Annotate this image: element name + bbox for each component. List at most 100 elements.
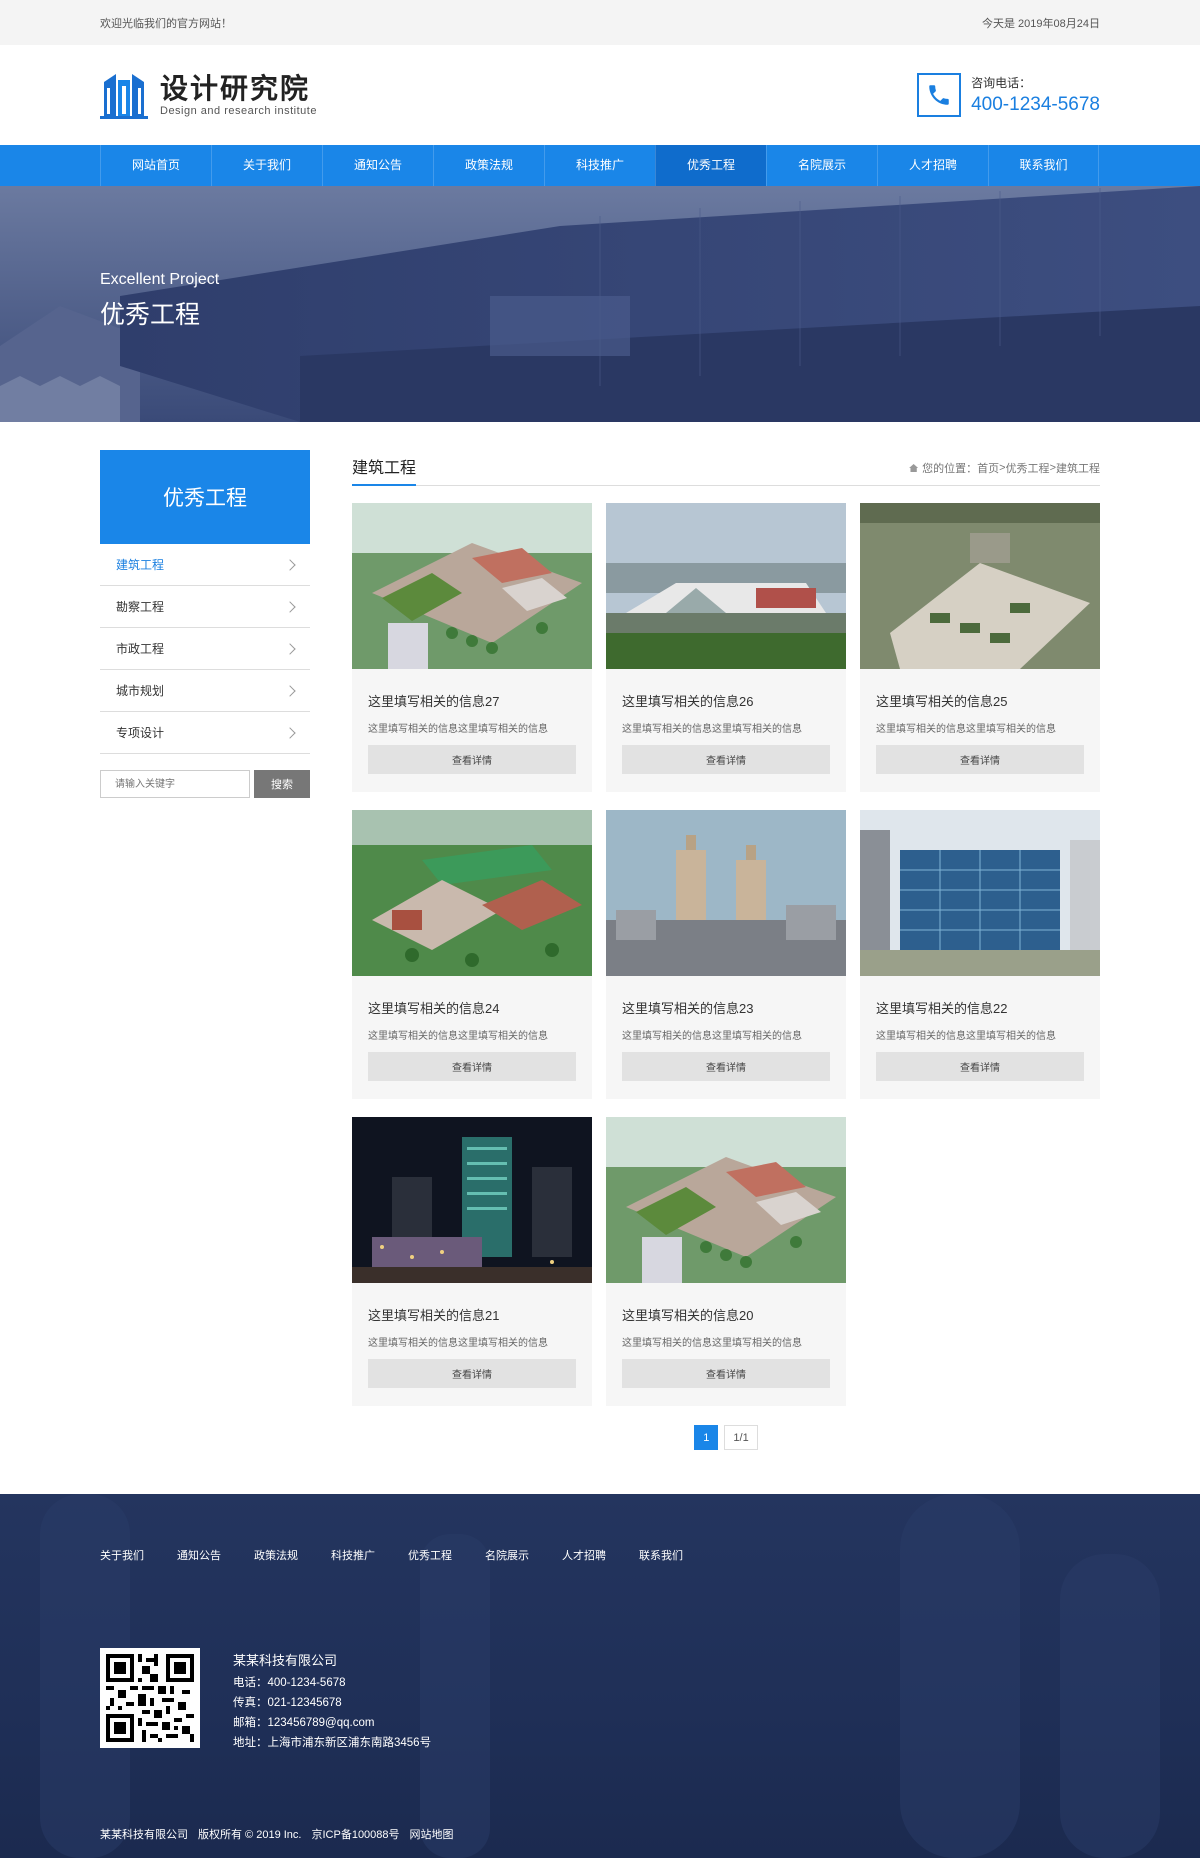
project-description: 这里填写相关的信息这里填写相关的信息 [368,724,548,735]
footer-nav: 关于我们 通知公告 政策法规 科技推广 优秀工程 名院展示 人才招聘 联系我们 [100,1494,1100,1563]
project-card[interactable]: 这里填写相关的信息23 这里填写相关的信息这里填写相关的信息查看详情 [606,810,846,1099]
view-details-button[interactable]: 查看详情 [368,745,576,774]
breadcrumb: 您的位置： 首页 > 优秀工程 > 建筑工程 [909,460,1100,485]
nav-item[interactable]: 网站首页 [100,145,211,186]
breadcrumb-prefix: 您的位置： [922,463,978,475]
project-card[interactable]: 这里填写相关的信息24 这里填写相关的信息这里填写相关的信息查看详情 [352,810,592,1099]
nav-item[interactable]: 关于我们 [211,145,322,186]
top-bar: 欢迎光临我们的官方网站！ 今天是 2019年08月24日 [0,0,1200,45]
project-image[interactable] [352,810,592,976]
view-details-button[interactable]: 查看详情 [876,1052,1084,1081]
copyright-text: 某某科技有限公司 [100,1829,188,1841]
chevron-right-icon [284,642,296,655]
view-details-button[interactable]: 查看详情 [876,745,1084,774]
qr-code [100,1648,200,1748]
banner-subtitle: Excellent Project [100,271,220,288]
view-details-button[interactable]: 查看详情 [368,1359,576,1388]
sidebar-list: 建筑工程勘察工程市政工程 城市规划专项设计 [100,544,310,754]
copyright-text: 京ICP备100088号 [311,1829,400,1841]
search-input[interactable] [100,770,250,798]
footer-nav-item[interactable]: 人才招聘 [562,1547,606,1563]
footer-nav-item[interactable]: 科技推广 [331,1547,375,1563]
project-description: 这里填写相关的信息这里填写相关的信息 [368,1031,548,1042]
nav-item[interactable]: 联系我们 [988,145,1099,186]
project-card[interactable]: 这里填写相关的信息21 这里填写相关的信息这里填写相关的信息 查看详情 [352,1117,592,1406]
sitemap-link[interactable]: 网站地图 [410,1826,454,1842]
project-title[interactable]: 这里填写相关的信息25 [876,691,1100,710]
project-title[interactable]: 这里填写相关的信息20 [622,1305,846,1324]
project-description: 这里填写相关的信息这里填写相关的信息 [876,724,1056,735]
sidebar-item-label: 专项设计 [116,726,165,740]
phone-icon [929,85,949,105]
phone-number[interactable]: 400-1234-5678 [971,94,1100,116]
project-title[interactable]: 这里填写相关的信息27 [368,691,592,710]
page-current[interactable]: 1 [694,1425,719,1450]
project-title[interactable]: 这里填写相关的信息24 [368,998,592,1017]
sidebar: 优秀工程 建筑工程勘察工程市政工程城市规划专项设计 搜索 [100,450,310,1505]
footer-address: 地址：上海市浦东新区浦东南路3456号 [233,1737,432,1749]
sidebar-item[interactable]: 城市规划 [100,670,310,712]
footer-fax: 传真：021-12345678 [233,1697,342,1709]
sidebar-item[interactable]: 建筑工程 [100,544,310,586]
pagination: 1 1/1 [352,1425,1100,1450]
building-logo-icon [100,74,148,119]
site-footer: 关于我们 通知公告 政策法规 科技推广 优秀工程 名院展示 人才招聘 联系我们 [0,1494,1200,1858]
nav-item[interactable]: 科技推广 [544,145,655,186]
project-image[interactable] [606,1117,846,1283]
view-details-button[interactable]: 查看详情 [622,1052,830,1081]
project-description: 这里填写相关的信息这里填写相关的信息 [622,1338,802,1349]
project-image[interactable] [352,1117,592,1283]
project-title[interactable]: 这里填写相关的信息21 [368,1305,592,1324]
nav-item[interactable]: 名院展示 [766,145,877,186]
project-image[interactable] [606,810,846,976]
page-banner: Excellent Project 优秀工程 [0,186,1200,422]
project-title[interactable]: 这里填写相关的信息23 [622,998,846,1017]
project-title[interactable]: 这里填写相关的信息26 [622,691,846,710]
content-area: 建筑工程 您的位置： 首页 > 优秀工程 > 建筑工程 这里填写相关的信息27 这… [352,450,1100,1505]
search-button[interactable]: 搜索 [254,770,310,798]
site-logo[interactable]: 设计研究院 Design and research institute [100,70,317,120]
sidebar-item-label: 建筑工程 [116,558,165,572]
project-title[interactable]: 这里填写相关的信息22 [876,998,1100,1017]
footer-phone: 电话：400-1234-5678 [233,1677,346,1689]
project-card[interactable]: 这里填写相关的信息26 这里填写相关的信息这里填写相关的信息 查看详情 [606,503,846,792]
project-card[interactable]: 这里填写相关的信息25 这里填写相关的信息这里填写相关的信息查看详情 [860,503,1100,792]
view-details-button[interactable]: 查看详情 [622,1359,830,1388]
footer-nav-item[interactable]: 名院展示 [485,1547,529,1563]
project-image[interactable] [860,503,1100,669]
footer-nav-item[interactable]: 通知公告 [177,1547,221,1563]
sidebar-item-label: 勘察工程 [116,600,165,614]
footer-company: 某某科技有限公司 [233,1653,338,1668]
breadcrumb-home[interactable]: 首页 [977,460,999,476]
sidebar-title: 优秀工程 [100,450,310,544]
footer-nav-item[interactable]: 联系我们 [639,1547,683,1563]
view-details-button[interactable]: 查看详情 [622,745,830,774]
page-total[interactable]: 1/1 [724,1425,758,1450]
nav-item[interactable]: 优秀工程 [655,145,766,186]
main-nav: 网站首页 关于我们 通知公告 政策法规 科技推广 优秀工程 名院展示 人才招聘 联系我们 [0,145,1200,186]
project-image[interactable] [352,503,592,669]
breadcrumb-section[interactable]: 优秀工程 [1006,460,1050,476]
project-card[interactable]: 这里填写相关的信息22 这里填写相关的信息这里填写相关的信息查看详情 [860,810,1100,1099]
sidebar-item[interactable]: 市政工程 [100,628,310,670]
qr-code-icon [106,1654,194,1742]
sidebar-item[interactable]: 专项设计 [100,712,310,754]
nav-item[interactable]: 通知公告 [322,145,433,186]
banner-title: 优秀工程 [100,301,201,329]
project-card[interactable]: 这里填写相关的信息27 这里填写相关的信息这里填写相关的信息查看详情 [352,503,592,792]
project-description: 这里填写相关的信息这里填写相关的信息 [876,1031,1056,1042]
breadcrumb-current[interactable]: 建筑工程 [1056,460,1100,476]
footer-nav-item[interactable]: 关于我们 [100,1547,144,1563]
nav-item[interactable]: 政策法规 [433,145,544,186]
footer-nav-item[interactable]: 政策法规 [254,1547,298,1563]
sidebar-item[interactable]: 勘察工程 [100,586,310,628]
project-image[interactable] [606,503,846,669]
nav-item[interactable]: 人才招聘 [877,145,988,186]
project-image[interactable] [860,810,1100,976]
logo-title: 设计研究院 [160,73,311,104]
view-details-button[interactable]: 查看详情 [368,1052,576,1081]
project-description: 这里填写相关的信息这里填写相关的信息 [622,1031,802,1042]
search-box: 搜索 [100,770,310,798]
footer-nav-item[interactable]: 优秀工程 [408,1547,452,1563]
project-card[interactable]: 这里填写相关的信息20 这里填写相关的信息这里填写相关的信息查看详情 [606,1117,846,1406]
